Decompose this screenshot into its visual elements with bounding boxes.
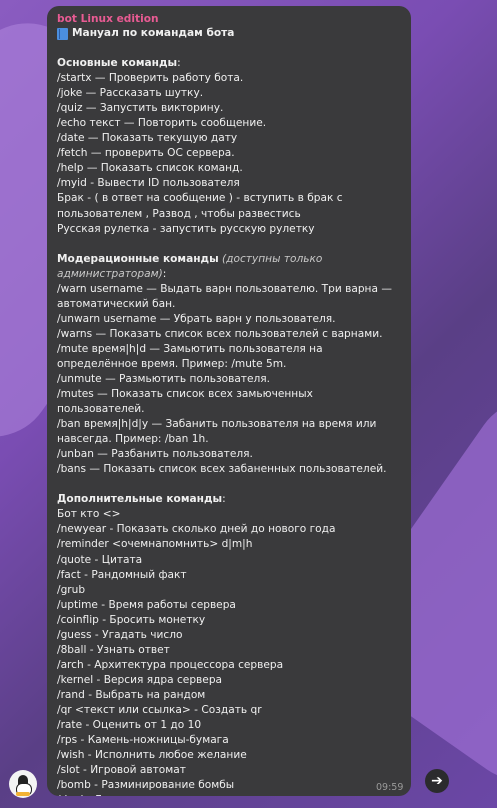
message-time: 09:59 [376,782,404,793]
command-line: /echo текст — Повторить сообщение. [57,117,267,130]
message-bubble[interactable]: bot Linux edition Мануал по командам бот… [47,6,411,796]
command-line: /arch - Архитектура процессора сервера [57,658,284,671]
command-line: /uptime - Время работы сервера [57,598,236,611]
command-line: /bans — Показать список всех забаненных … [57,463,387,476]
command-line: /wish - Исполнить любое желание [57,749,247,762]
section-heading: Модерационные команды (доступны только а… [57,252,323,280]
command-line: Бот кто <> [57,508,121,521]
command-line: /unmute — Размьютить пользователя. [57,372,271,385]
command-line: /8ball - Узнать ответ [57,643,170,656]
section-heading-text: Модерационные команды [57,252,219,265]
command-line: /fact - Рандомный факт [57,568,187,581]
command-line: /mutes — Показать список всех замьюченны… [57,388,317,416]
command-line: /fetch — проверить ОС сервера. [57,147,235,160]
command-line: /date — Показать текущую дату [57,132,238,145]
command-line: определённое время. Пример: /mute 5m. [57,357,287,370]
section-heading-text: Дополнительные команды [57,493,223,506]
command-line: /rate - Оценить от 1 до 10 [57,719,202,732]
command-line: /newyear - Показать сколько дней до ново… [57,523,336,536]
command-line: /guess - Угадать число [57,628,183,641]
share-button[interactable]: ➔ [425,769,449,793]
command-line: /coinflip - Бросить монетку [57,613,206,626]
command-line: /joke — Рассказать шутку. [57,87,204,100]
command-line: /startx — Проверить работу бота. [57,72,244,85]
command-line: /duel - Дуэль с участниками [57,793,402,796]
tux-avatar-icon[interactable] [9,770,37,798]
command-line: /warns — Показать список всех пользовате… [57,327,383,340]
avatar-feet [16,792,30,796]
section-heading-text: Основные команды [57,57,178,70]
command-line: Русская рулетка - запустить русскую руле… [57,222,315,235]
command-line: пользователем , Развод , чтобы развестис… [57,207,301,220]
command-line: /warn username — Выдать варн пользовател… [57,282,392,295]
command-line: /unban — Разбанить пользователя. [57,448,253,461]
command-line: /grub [57,583,86,596]
command-line: /ban время|h|d|y — Забанить пользователя… [57,418,377,431]
command-line: /rand - Выбрать на рандом [57,688,206,701]
command-line: /kernel - Версия ядра сервера [57,673,223,686]
command-line: /reminder <очемнапомнить> d|m|h [57,538,253,551]
command-line: навсегда. Пример: /ban 1h. [57,433,209,446]
section-heading: Основные команды: [57,57,181,70]
command-line: /slot - Игровой автомат [57,764,186,777]
command-line: /help — Показать список команд. [57,162,243,175]
command-line: /bomb - Разминирование бомбы [57,779,235,792]
share-arrow-icon: ➔ [431,773,443,789]
command-line: /mute время|h|d — Замьютить пользователя… [57,342,323,355]
command-line: /unwarn username — Убрать варн у пользов… [57,312,336,325]
command-line: /quiz — Запустить викторину. [57,102,224,115]
command-line: /rps - Камень-ножницы-бумага [57,734,229,747]
message-title: Мануал по командам бота [57,26,402,41]
command-line: /quote - Цитата [57,553,143,566]
sender-name[interactable]: bot Linux edition [57,13,402,26]
section-heading: Дополнительные команды: [57,493,226,506]
command-line: /myid - Вывести ID пользователя [57,177,240,190]
message-title-text: Мануал по командам бота [72,27,235,39]
command-line: Брак - ( в ответ на сообщение ) - вступи… [57,192,343,205]
command-line: автоматический бан. [57,297,176,310]
command-sections: Основные команды: /startx — Проверить раб… [57,56,402,796]
book-icon [57,27,68,40]
command-line: /qr <текст или ссылка> - Создать qr [57,703,262,716]
